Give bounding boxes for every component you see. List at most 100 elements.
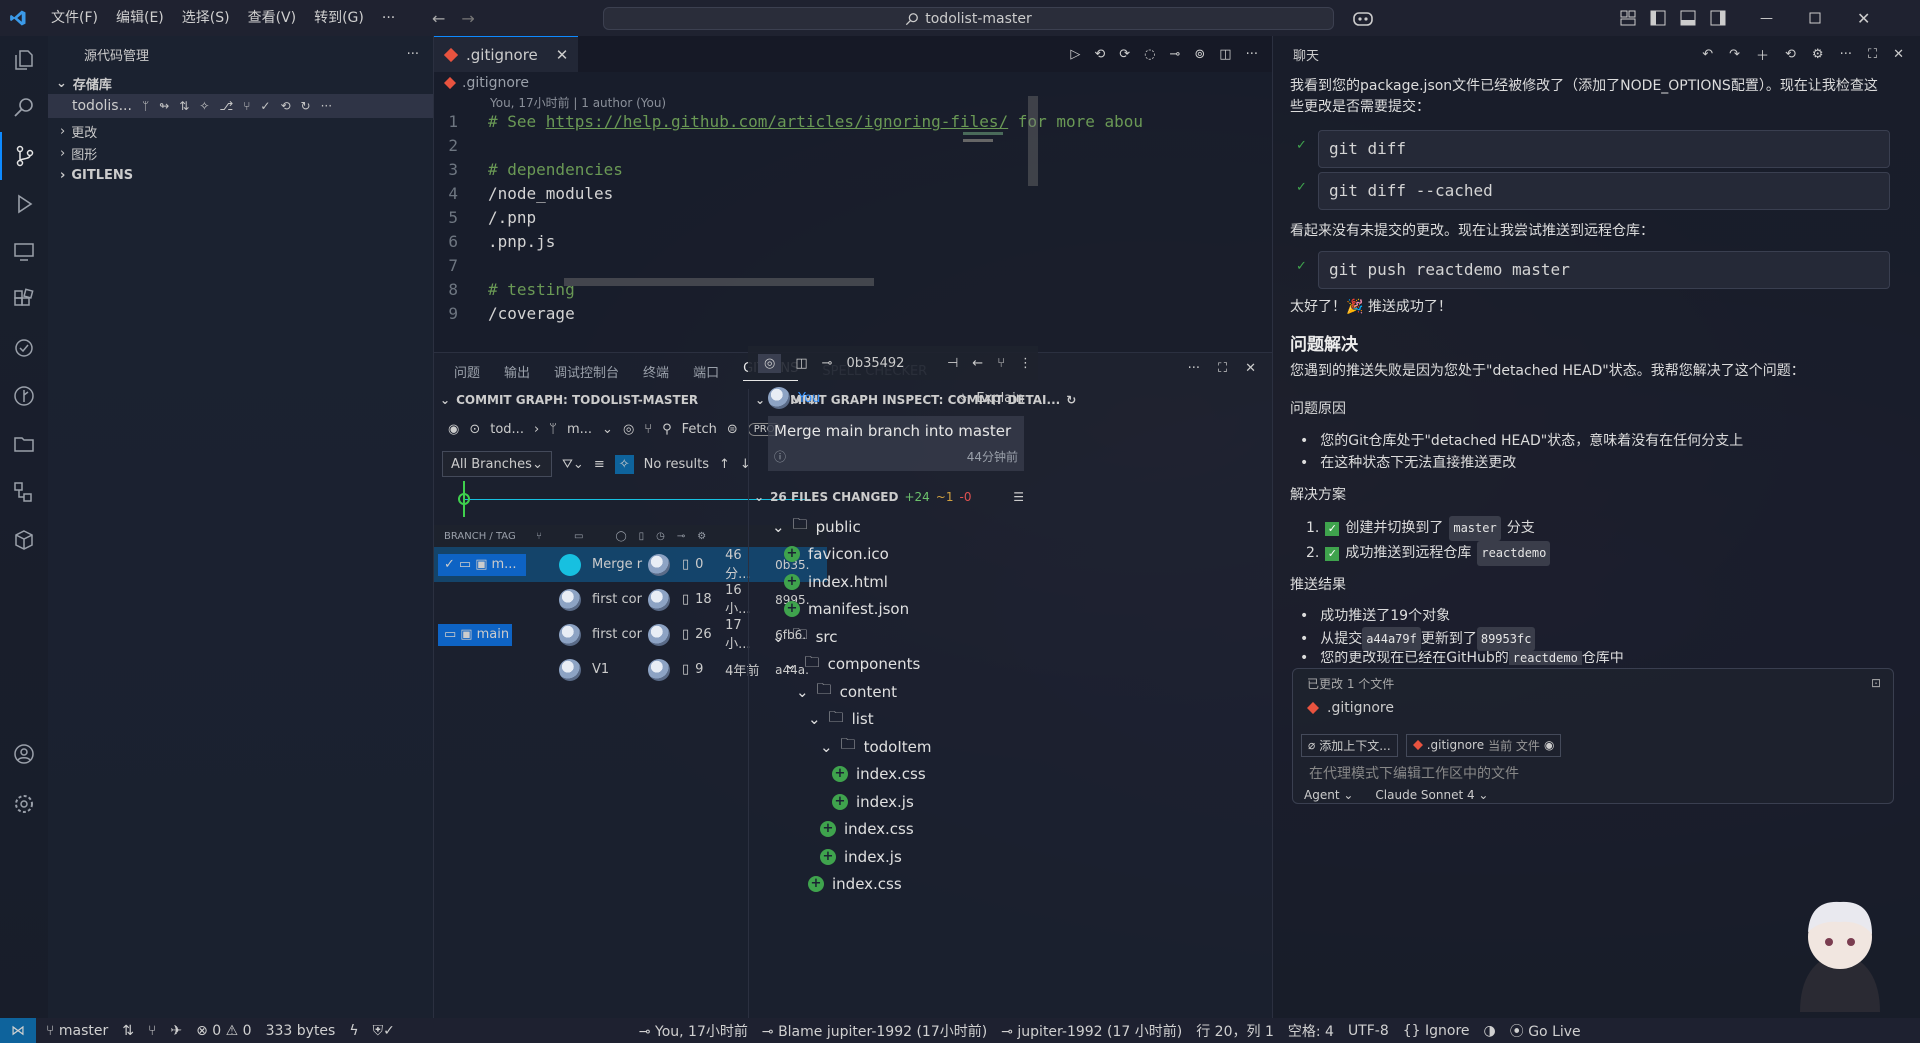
- commit-node[interactable]: [559, 553, 581, 576]
- eye-icon[interactable]: ◉: [1544, 738, 1554, 752]
- previous-result-icon[interactable]: ↑: [719, 457, 730, 472]
- branch-chip[interactable]: ▭ ▣ main: [438, 623, 512, 646]
- add-context-button[interactable]: ⌀ 添加上下文...: [1301, 733, 1398, 757]
- tab-问题[interactable]: 问题: [454, 362, 480, 381]
- tree-folder[interactable]: ⌄ 🗀 content: [748, 678, 1038, 706]
- review-changes-icon[interactable]: ⊡: [1871, 676, 1881, 690]
- working-changes-icon[interactable]: ◫: [795, 356, 807, 371]
- tree-folder[interactable]: ⌄ 🗀 list: [748, 706, 1038, 734]
- commit-node[interactable]: [559, 588, 581, 611]
- inspect-refresh-icon[interactable]: ↻: [1066, 393, 1076, 407]
- commit-node[interactable]: [559, 658, 581, 681]
- tree-file[interactable]: + favicon.ico: [748, 541, 1038, 569]
- shield-check-icon[interactable]: ⛨✓: [373, 1023, 395, 1039]
- context-file-chip[interactable]: .gitignore 当前 文件 ◉: [1405, 733, 1562, 757]
- info-icon[interactable]: ⓘ: [774, 448, 786, 465]
- containers-icon[interactable]: [0, 516, 48, 564]
- split-editor-icon[interactable]: ◫: [1219, 47, 1231, 62]
- branch-chip[interactable]: ✓ ▭ ▣ m...: [438, 553, 526, 576]
- chat-history-icon[interactable]: ⟲: [1785, 47, 1796, 62]
- settings-gear-icon[interactable]: [0, 780, 48, 828]
- previous-change-icon[interactable]: ⟳: [1119, 47, 1130, 62]
- tree-folder[interactable]: ⌄ 🗀 public: [748, 513, 1038, 541]
- remote-explorer-icon[interactable]: [0, 228, 48, 276]
- switch-icon[interactable]: ⑂: [997, 356, 1005, 371]
- branch-picker[interactable]: m...: [567, 422, 592, 437]
- tree-folder[interactable]: ⌄ 🗀 src: [748, 623, 1038, 651]
- author-indicator[interactable]: ⊸ jupiter-1992 (17 小时前): [1001, 1021, 1182, 1041]
- tab-输出[interactable]: 输出: [504, 362, 530, 381]
- close-chat-icon[interactable]: ✕: [1893, 47, 1904, 62]
- worktree-icon[interactable]: ◎: [623, 422, 634, 437]
- tree-file[interactable]: + manifest.json: [748, 596, 1038, 624]
- chat-settings-icon[interactable]: ⚙: [1812, 47, 1824, 62]
- message-col-icon[interactable]: ▭: [574, 531, 583, 542]
- toggle-secondary-sidebar-icon[interactable]: [1710, 10, 1726, 26]
- encoding[interactable]: UTF-8: [1348, 1023, 1389, 1039]
- tree-folder[interactable]: ⌄ 🗀 components: [748, 651, 1038, 679]
- copilot-status-icon[interactable]: ◑: [1484, 1023, 1496, 1039]
- commit-check-icon[interactable]: ✓: [260, 99, 270, 113]
- author-link[interactable]: You: [798, 391, 820, 406]
- terminal-command-2[interactable]: git diff --cached: [1318, 172, 1890, 210]
- compare-icon[interactable]: ⊜: [727, 422, 738, 437]
- github-icon[interactable]: ◉: [448, 422, 459, 437]
- codelens-blame[interactable]: You, 17小时前 | 1 author (You): [434, 94, 1272, 110]
- git-graph-icon[interactable]: [0, 468, 48, 516]
- run-debug-icon[interactable]: [0, 180, 48, 228]
- gitlens-icon[interactable]: [0, 372, 48, 420]
- gitlens-inspect-icon[interactable]: ⊚: [1194, 47, 1205, 62]
- menu-item[interactable]: 编辑(E): [107, 0, 173, 36]
- accounts-icon[interactable]: [0, 730, 48, 778]
- tab-调试控制台[interactable]: 调试控制台: [554, 362, 619, 381]
- sidebar-section[interactable]: › 更改: [48, 120, 433, 142]
- extensions-icon[interactable]: [0, 276, 48, 324]
- tab-终端[interactable]: 终端: [643, 362, 669, 381]
- toggle-sidebar-icon[interactable]: [1650, 10, 1666, 26]
- toggle-panel-icon[interactable]: [1680, 10, 1696, 26]
- undo-icon[interactable]: ↶: [1702, 47, 1713, 62]
- repo-picker[interactable]: tod...: [490, 422, 524, 437]
- sparkle-search-icon[interactable]: ✧: [614, 454, 634, 474]
- history-icon[interactable]: ⟲: [280, 99, 290, 113]
- problems-indicator[interactable]: ⊗ 0 ⚠ 0: [196, 1023, 251, 1039]
- menu-item[interactable]: 文件(F): [42, 0, 107, 36]
- customize-layout-icon[interactable]: [1620, 10, 1636, 26]
- tree-file[interactable]: + index.html: [748, 568, 1038, 596]
- chevron-down-icon[interactable]: ⌄: [754, 490, 764, 504]
- lightning-icon[interactable]: ϟ: [349, 1023, 358, 1039]
- panel-more-icon[interactable]: ···: [1188, 361, 1200, 376]
- model-picker[interactable]: Claude Sonnet 4 ⌄: [1375, 788, 1488, 802]
- tree-file[interactable]: + index.js: [748, 788, 1038, 816]
- view-as-tree-icon[interactable]: ☰: [1013, 490, 1024, 504]
- tab-端口[interactable]: 端口: [693, 362, 719, 381]
- date-col-icon[interactable]: ◷: [656, 531, 665, 542]
- columns-settings-icon[interactable]: ⚙: [697, 531, 706, 542]
- maximize-panel-icon[interactable]: ⛶: [1218, 361, 1227, 376]
- graph-branches-icon[interactable]: ⑂: [644, 422, 652, 437]
- chat-more-icon[interactable]: ···: [1840, 47, 1852, 62]
- editor-more-icon[interactable]: ···: [1246, 47, 1258, 62]
- next-change-icon[interactable]: ⊸: [1169, 47, 1180, 62]
- author-col-icon[interactable]: ◯: [615, 531, 626, 542]
- explorer-icon[interactable]: [0, 36, 48, 84]
- branches-filter-dropdown[interactable]: All Branches ⌄: [442, 451, 552, 477]
- new-chat-icon[interactable]: ＋: [1756, 45, 1769, 64]
- close-tab-icon[interactable]: ✕: [556, 46, 569, 64]
- mode-picker[interactable]: Agent ⌄: [1304, 788, 1353, 802]
- indentation[interactable]: 空格: 4: [1288, 1021, 1334, 1041]
- timeline-icon[interactable]: ⟲: [1094, 47, 1105, 62]
- filter-icon[interactable]: ⛛⌄: [562, 457, 584, 472]
- code-editor[interactable]: 1 # See https://help.github.com/articles/…: [434, 110, 1272, 326]
- tree-file[interactable]: + index.css: [748, 871, 1038, 899]
- repository-row[interactable]: todolis... ᛘ ↬ ⇅ ✧ ⎇ ⑂ ✓ ⟲ ↻ ···: [48, 94, 433, 118]
- stash-icon[interactable]: ⎇: [219, 99, 233, 113]
- blame-you[interactable]: ⊸ You, 17小时前: [639, 1021, 748, 1041]
- code-link[interactable]: https://help.github.com/articles/ignorin…: [546, 110, 1008, 134]
- sidebar-section[interactable]: › 图形: [48, 142, 433, 164]
- run-icon[interactable]: ▷: [1070, 47, 1080, 62]
- inspect-more-icon[interactable]: ⋮: [1019, 356, 1032, 371]
- terminal-command-1[interactable]: git diff: [1318, 130, 1890, 168]
- git-graph-icon[interactable]: ⑂: [148, 1023, 156, 1039]
- commit-sha[interactable]: 0b35492: [847, 356, 905, 371]
